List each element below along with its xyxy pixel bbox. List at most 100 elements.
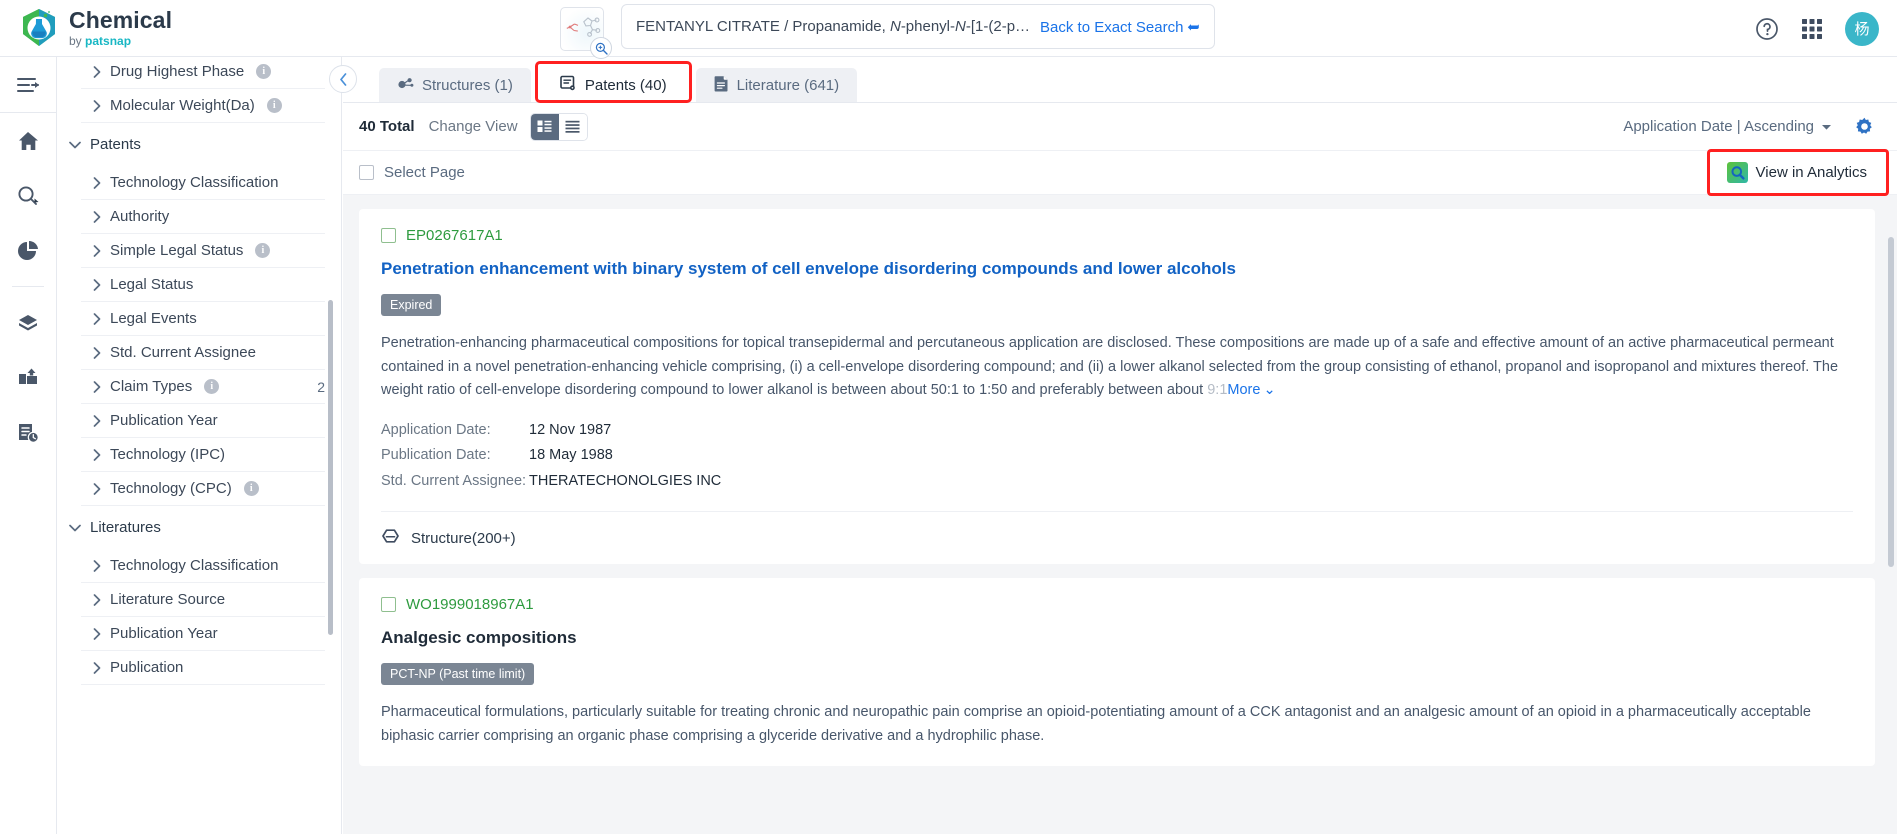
filter-literature-source[interactable]: Literature Source: [81, 583, 325, 617]
tab-patents[interactable]: Patents (40): [534, 61, 692, 103]
filter-claim-types[interactable]: Claim Types i 2: [81, 370, 325, 404]
patent-title[interactable]: Analgesic compositions: [381, 627, 1853, 648]
filter-drug-highest-phase[interactable]: Drug Highest Phase i: [81, 57, 325, 89]
filter-publication-year-patents[interactable]: Publication Year: [81, 404, 325, 438]
search-query-n2: N: [955, 18, 966, 35]
patent-abstract: Penetration-enhancing pharmaceutical com…: [381, 332, 1853, 402]
toolbar-right-group: Application Date | Ascending: [1623, 116, 1875, 137]
filter-molecular-weight[interactable]: Molecular Weight(Da) i: [81, 89, 325, 123]
search-input[interactable]: FENTANYL CITRATE / Propanamide, N-phenyl…: [636, 18, 1032, 35]
chevron-down-icon: [69, 141, 81, 149]
search-query-suffix: -[1-(2-phenylethyl)-4-pi…: [965, 18, 1032, 35]
metadata-row: Std. Current Assignee: THERATECHONOLGIES…: [381, 470, 1853, 493]
filter-group-literatures[interactable]: Literatures: [69, 506, 325, 549]
filter-technology-ipc[interactable]: Technology (IPC): [81, 438, 325, 472]
filter-label: Publication Year: [110, 412, 218, 429]
chevron-right-icon: [93, 176, 101, 189]
tab-structures[interactable]: Structures (1): [379, 68, 531, 102]
view-in-analytics-button[interactable]: View in Analytics: [1706, 149, 1889, 196]
patent-title[interactable]: Penetration enhancement with binary syst…: [381, 258, 1853, 279]
app-grid-icon[interactable]: [1801, 18, 1823, 40]
abstract-truncated-text: 9:1: [1207, 382, 1228, 399]
avatar-initial: 杨: [1854, 21, 1870, 38]
brand-name: Chemical: [69, 7, 173, 33]
filter-authority[interactable]: Authority: [81, 200, 325, 234]
filter-publication[interactable]: Publication: [81, 651, 325, 685]
pie-chart-icon: [18, 240, 38, 260]
card-view-icon[interactable]: [530, 113, 559, 140]
tab-label: Patents (40): [584, 76, 667, 94]
tab-strip: Structures (1) Patents (40) Literature (…: [329, 57, 1897, 103]
filter-group-patents[interactable]: Patents: [69, 123, 325, 166]
search-icon: [18, 185, 39, 205]
list-view-icon[interactable]: [558, 113, 587, 140]
help-circle-icon[interactable]: [1755, 17, 1779, 41]
gear-icon[interactable]: [1854, 116, 1875, 137]
metadata-value: THERATECHONOLGIES INC: [529, 472, 722, 489]
expand-sidebar-icon[interactable]: [0, 57, 56, 113]
search-query-n1: N: [889, 18, 901, 35]
sidebar-item-search[interactable]: [0, 168, 56, 223]
filter-std-current-assignee[interactable]: Std. Current Assignee: [81, 336, 325, 370]
chevron-right-icon: [93, 244, 101, 257]
tab-literature[interactable]: Literature (641): [695, 68, 858, 102]
change-view-link[interactable]: Change View: [429, 118, 518, 135]
sort-dropdown[interactable]: Application Date | Ascending: [1623, 118, 1832, 135]
sidebar-item-analytics[interactable]: [0, 223, 56, 278]
hexagon-structure-icon: [381, 527, 400, 549]
info-icon[interactable]: i: [243, 481, 259, 496]
patent-publication-number[interactable]: WO1999018967A1: [406, 596, 534, 613]
filter-technology-cpc[interactable]: Technology (CPC) i: [81, 472, 325, 506]
more-link[interactable]: More ⌄: [1227, 382, 1275, 398]
chevron-right-icon: [93, 627, 101, 640]
sidebar-item-uploads[interactable]: [0, 350, 56, 405]
patent-doc-icon: [560, 75, 577, 96]
zoom-in-icon[interactable]: [590, 37, 612, 59]
filter-technology-classification-patents[interactable]: Technology Classification: [81, 166, 325, 200]
filter-simple-legal-status[interactable]: Simple Legal Status i: [81, 234, 325, 268]
filter-legal-status[interactable]: Legal Status: [81, 268, 325, 302]
structure-count-row[interactable]: Structure(200+): [381, 512, 1853, 564]
info-icon[interactable]: i: [266, 98, 282, 113]
info-icon[interactable]: i: [204, 379, 220, 394]
patent-result-card: WO1999018967A1 Analgesic compositions PC…: [359, 578, 1875, 767]
patent-result-card: EP0267617A1 Penetration enhancement with…: [359, 209, 1875, 565]
tab-label: Literature (641): [736, 76, 840, 94]
filter-label: Publication: [110, 659, 184, 676]
brand-by-text: by: [69, 34, 86, 48]
select-page-label[interactable]: Select Page: [384, 164, 465, 181]
filter-technology-classification-literatures[interactable]: Technology Classification: [81, 549, 325, 583]
chevron-right-icon: [93, 414, 101, 427]
filter-publication-year-literatures[interactable]: Publication Year: [81, 617, 325, 651]
structure-thumbnail[interactable]: [560, 7, 612, 59]
chevron-right-icon: [93, 346, 101, 359]
info-icon[interactable]: i: [255, 243, 271, 258]
chevron-right-icon: [93, 380, 101, 393]
metadata-value: 12 Nov 1987: [529, 421, 612, 438]
card-bottom-spacer: [381, 748, 1853, 766]
back-arrow-icon: ➥: [1187, 18, 1200, 36]
select-page-checkbox[interactable]: [359, 165, 374, 180]
filter-sidebar-scrollbar[interactable]: [328, 300, 333, 635]
back-to-exact-label: Back to Exact Search: [1040, 18, 1184, 36]
chevron-right-icon: [93, 312, 101, 325]
patent-publication-number[interactable]: EP0267617A1: [406, 227, 503, 244]
patent-metadata: Application Date: 12 Nov 1987 Publicatio…: [381, 419, 1853, 493]
filter-count-badge: 2: [317, 378, 325, 395]
sidebar-item-home[interactable]: [0, 113, 56, 168]
result-checkbox[interactable]: [381, 228, 396, 243]
back-to-exact-search-link[interactable]: Back to Exact Search ➥: [1040, 18, 1200, 36]
info-icon[interactable]: i: [256, 64, 272, 79]
results-scrollbar[interactable]: [1888, 237, 1894, 567]
brand-logo-block[interactable]: Chemical by patsnap: [20, 8, 270, 48]
sidebar-item-workspace[interactable]: [0, 295, 56, 350]
sidebar-item-reports[interactable]: [0, 405, 56, 460]
filter-legal-events[interactable]: Legal Events: [81, 302, 325, 336]
avatar[interactable]: 杨: [1845, 11, 1879, 46]
search-bar[interactable]: FENTANYL CITRATE / Propanamide, N-phenyl…: [621, 4, 1215, 49]
result-checkbox[interactable]: [381, 597, 396, 613]
select-bar: Select Page View in Analytics: [343, 149, 1897, 196]
collapse-sidebar-button[interactable]: [329, 65, 357, 93]
filter-label: Legal Status: [110, 276, 194, 293]
chevron-down-icon: [69, 524, 81, 532]
